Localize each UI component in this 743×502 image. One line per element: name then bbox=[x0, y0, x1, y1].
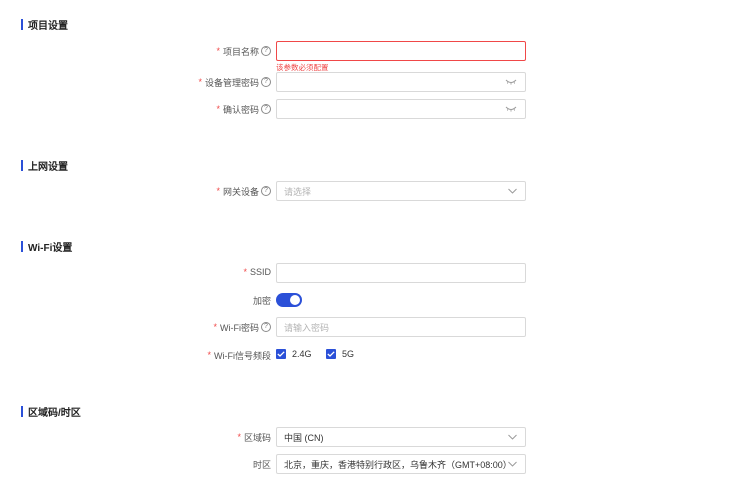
timezone-select[interactable]: 北京，重庆，香港特别行政区，乌鲁木齐（GMT+08:00） bbox=[276, 454, 526, 474]
wifi-password-input[interactable]: 请输入密码 bbox=[276, 317, 526, 337]
section-title-text: 上网设置 bbox=[28, 161, 68, 173]
mgmt-password-input[interactable] bbox=[276, 72, 526, 92]
checkmark-icon bbox=[276, 349, 286, 359]
region-code-label: * 区域码 bbox=[237, 432, 271, 443]
question-circle-icon[interactable]: ? bbox=[261, 77, 271, 87]
toggle-knob bbox=[290, 295, 300, 305]
chevron-down-icon bbox=[508, 434, 517, 440]
section-marker bbox=[21, 18, 23, 30]
question-circle-icon[interactable]: ? bbox=[261, 104, 271, 114]
question-circle-icon[interactable]: ? bbox=[261, 186, 271, 196]
eye-closed-icon[interactable] bbox=[505, 106, 517, 112]
chevron-down-icon bbox=[508, 188, 517, 194]
encrypt-label: 加密 bbox=[252, 295, 271, 306]
band-5g-checkbox[interactable]: 5G bbox=[326, 349, 354, 359]
section-title-text: Wi-Fi设置 bbox=[28, 242, 73, 254]
timezone-label: 时区 bbox=[252, 459, 271, 470]
band-24g-checkbox[interactable]: 2.4G bbox=[276, 349, 312, 359]
question-circle-icon[interactable]: ? bbox=[261, 46, 271, 56]
wifi-password-label: * Wi-Fi密码 ? bbox=[213, 321, 271, 333]
project-name-input[interactable] bbox=[276, 41, 526, 61]
confirm-password-input[interactable] bbox=[276, 99, 526, 119]
section-marker bbox=[21, 240, 23, 252]
section-project-title: 项目设置 bbox=[21, 18, 68, 32]
ssid-input[interactable] bbox=[276, 263, 526, 283]
chevron-down-icon bbox=[508, 461, 517, 467]
checkmark-icon bbox=[326, 349, 336, 359]
section-marker bbox=[21, 159, 23, 171]
region-code-select[interactable]: 中国 (CN) bbox=[276, 427, 526, 447]
wifi-band-label: * Wi-Fi信号频段 bbox=[207, 350, 271, 361]
gateway-select[interactable]: 请选择 bbox=[276, 181, 526, 201]
section-title-text: 项目设置 bbox=[28, 20, 68, 32]
section-network-title: 上网设置 bbox=[21, 159, 68, 173]
confirm-password-label: * 确认密码 ? bbox=[216, 103, 271, 115]
gateway-label: * 网关设备 ? bbox=[216, 185, 271, 197]
mgmt-password-label: * 设备管理密码 ? bbox=[198, 76, 271, 88]
encrypt-toggle[interactable] bbox=[276, 293, 302, 307]
section-wifi-title: Wi-Fi设置 bbox=[21, 240, 73, 254]
eye-closed-icon[interactable] bbox=[505, 79, 517, 85]
project-name-label: * 项目名称 ? bbox=[216, 45, 271, 57]
section-title-text: 区域码/时区 bbox=[28, 407, 81, 419]
question-circle-icon[interactable]: ? bbox=[261, 322, 271, 332]
section-marker bbox=[21, 405, 23, 417]
section-region-title: 区域码/时区 bbox=[21, 405, 81, 419]
ssid-label: * SSID bbox=[243, 267, 271, 277]
